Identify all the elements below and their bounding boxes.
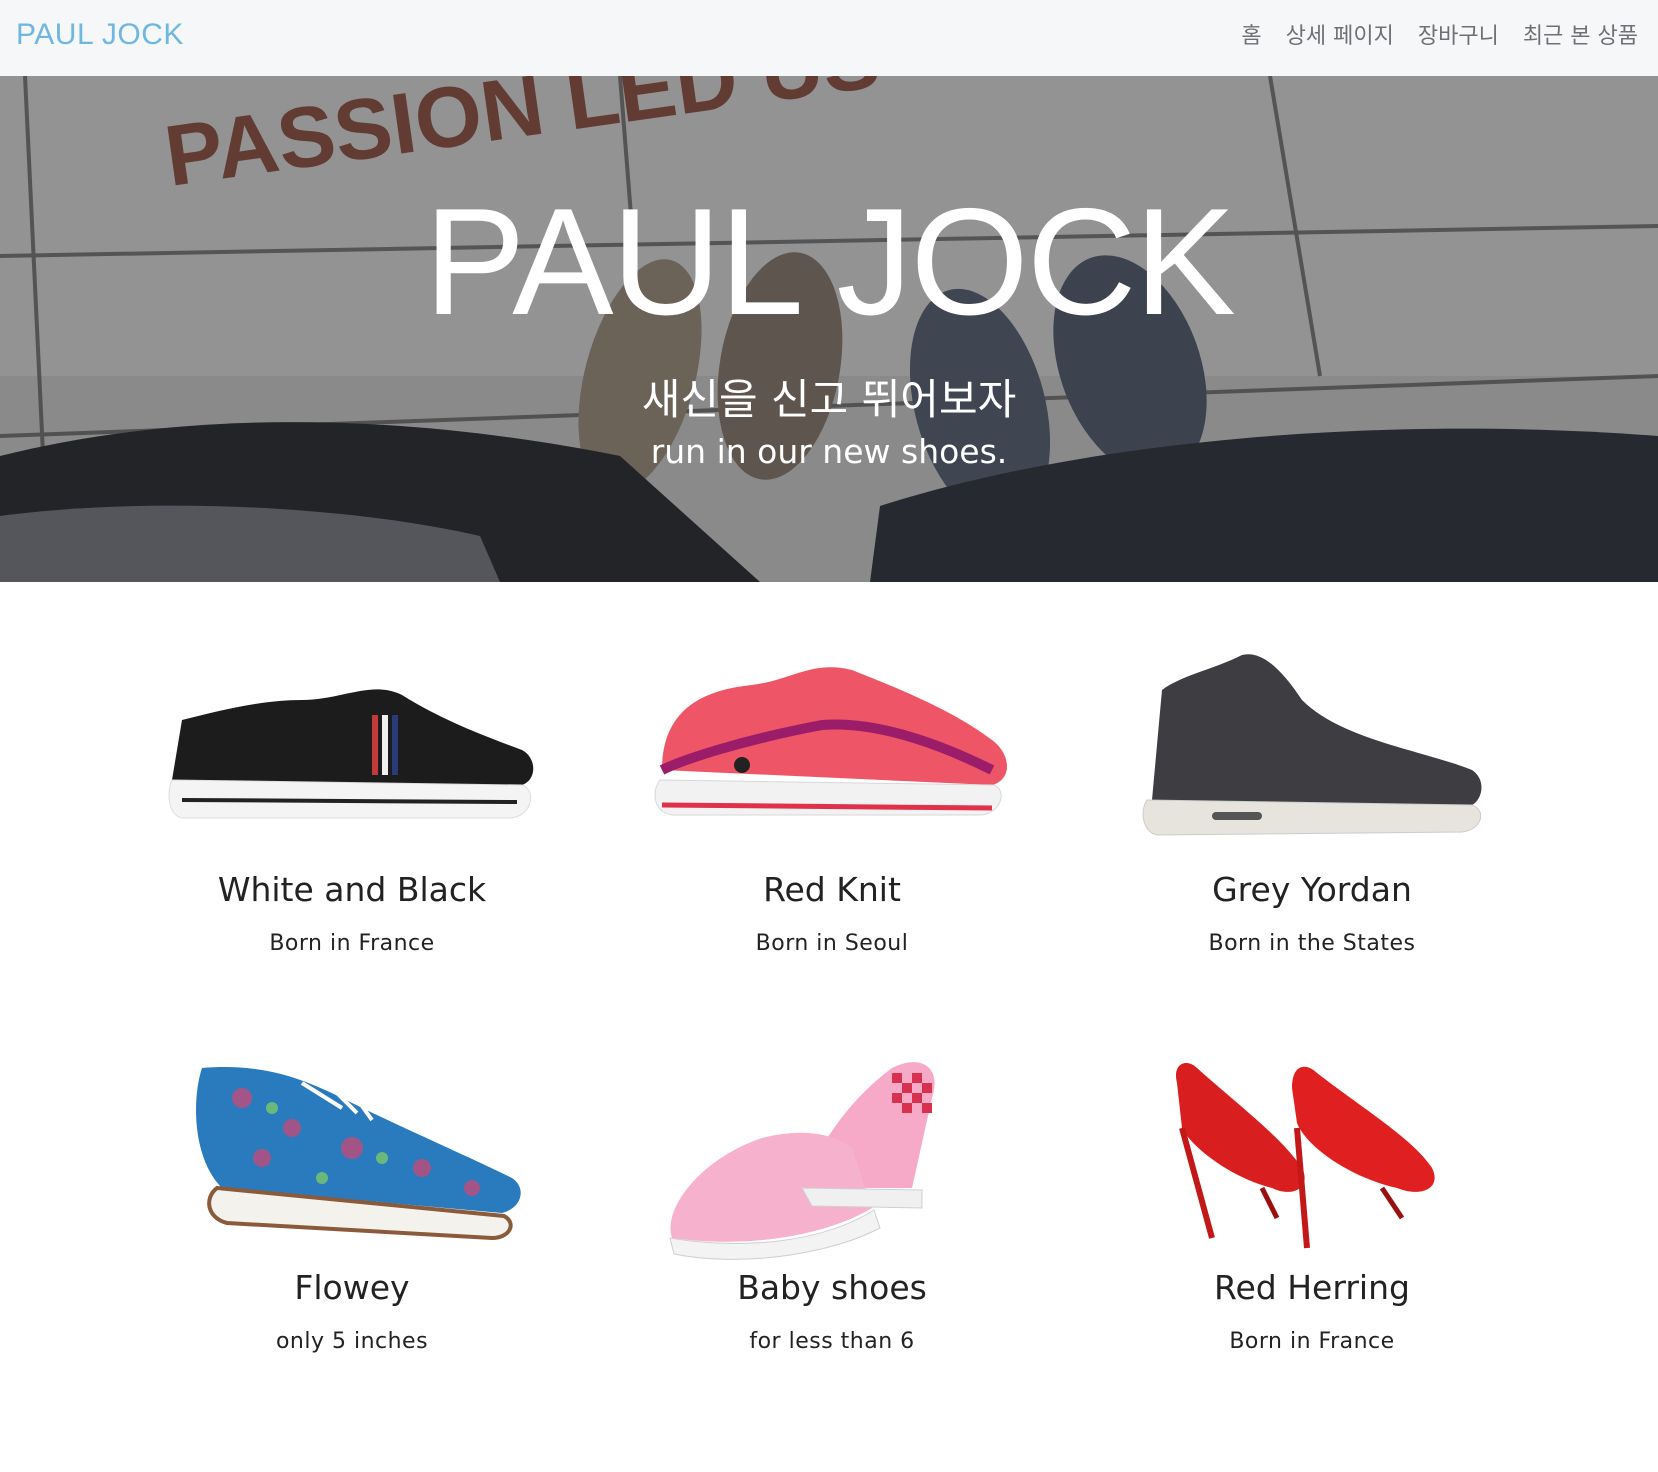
hero-title: PAUL JOCK: [424, 177, 1236, 347]
hero-subtitle-english: run in our new shoes.: [650, 432, 1008, 471]
product-name[interactable]: White and Black: [142, 870, 562, 909]
nav-link-cart[interactable]: 장바구니: [1418, 18, 1499, 50]
nav-link-detail[interactable]: 상세 페이지: [1286, 18, 1394, 50]
product-image-grey-high-top[interactable]: [1102, 640, 1522, 870]
product-description: for less than 6: [749, 1329, 915, 1354]
product-description: Born in France: [269, 931, 435, 956]
product-image-red-running-shoe[interactable]: [622, 640, 1042, 870]
product-name[interactable]: Grey Yordan: [1102, 870, 1522, 909]
product-name[interactable]: Flowey: [142, 1268, 562, 1307]
nav-link-recent[interactable]: 최근 본 상품: [1523, 18, 1638, 50]
product-card[interactable]: Grey Yordan Born in the States: [1102, 640, 1522, 956]
hero-banner: PASSION LED US PAUL JOCK 새신을 신고 뛰어보자 run…: [0, 76, 1658, 582]
product-image-pink-slip-on[interactable]: [622, 1038, 1042, 1268]
product-name[interactable]: Red Herring: [1102, 1268, 1522, 1307]
product-image-floral-oxford[interactable]: [142, 1038, 562, 1268]
product-description: only 5 inches: [275, 1329, 429, 1354]
product-description: Born in the States: [1208, 931, 1416, 956]
product-image-red-heels[interactable]: [1102, 1038, 1522, 1268]
product-card[interactable]: Red Knit Born in Seoul: [622, 640, 1042, 956]
product-description: Born in Seoul: [755, 931, 909, 956]
product-name[interactable]: Red Knit: [622, 870, 1042, 909]
product-card[interactable]: Baby shoes for less than 6: [622, 1038, 1042, 1354]
product-card[interactable]: White and Black Born in France: [142, 640, 562, 956]
hero-subtitle-korean: 새신을 신고 뛰어보자: [641, 375, 1017, 424]
product-description: Born in France: [1229, 1329, 1395, 1354]
product-name[interactable]: Baby shoes: [622, 1268, 1042, 1307]
product-card[interactable]: Red Herring Born in France: [1102, 1038, 1522, 1354]
nav-links: 홈 상세 페이지 장바구니 최근 본 상품: [1241, 18, 1638, 50]
product-card[interactable]: Flowey only 5 inches: [142, 1038, 562, 1354]
product-image-black-sneaker[interactable]: [142, 640, 562, 870]
navbar: PAUL JOCK 홈 상세 페이지 장바구니 최근 본 상품: [0, 0, 1658, 76]
nav-link-home[interactable]: 홈: [1241, 18, 1261, 50]
brand-logo-link[interactable]: PAUL JOCK: [16, 18, 184, 52]
